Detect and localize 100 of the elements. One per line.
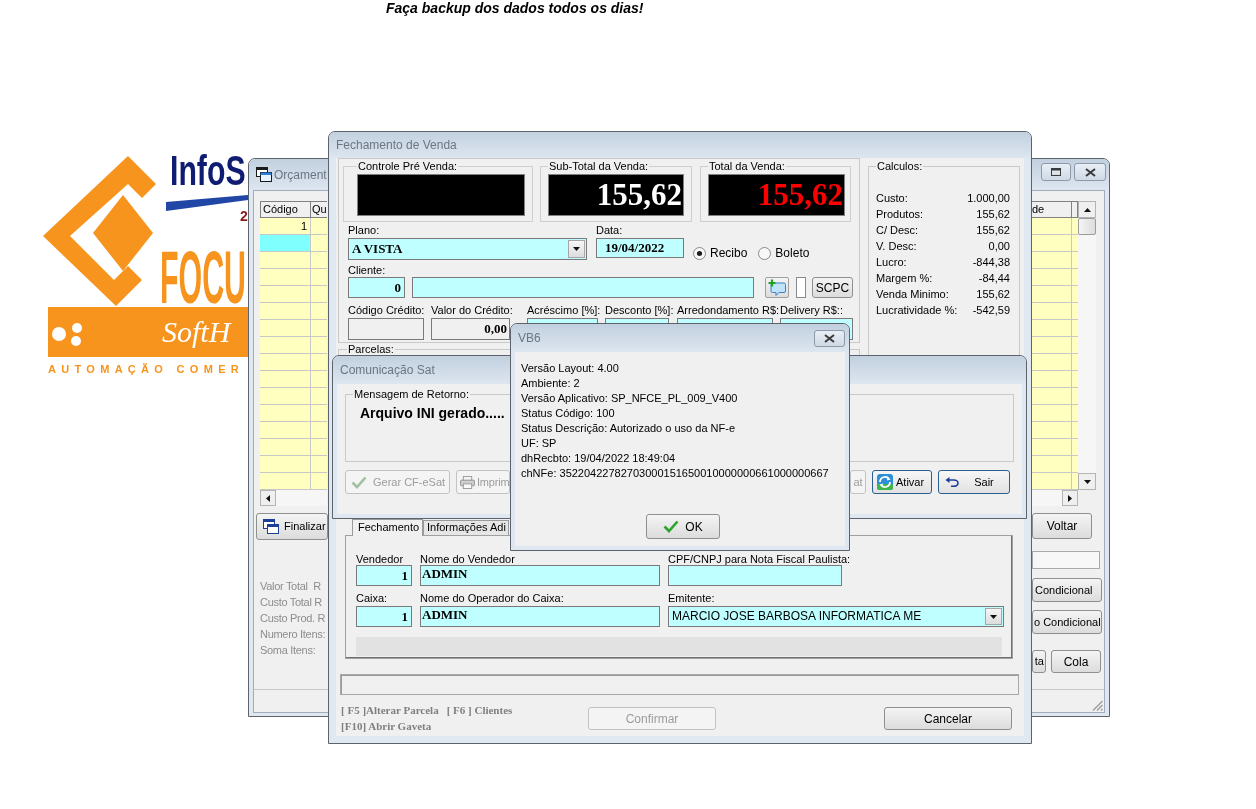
table-cell — [1032, 405, 1072, 422]
column-header — [1072, 201, 1078, 218]
close-button[interactable] — [1074, 163, 1106, 181]
field-label: Caixa: — [356, 592, 388, 606]
conditional-button[interactable]: Condicional — [1032, 578, 1102, 602]
paste-button[interactable]: Cola — [1051, 650, 1101, 673]
field-label: Data: — [596, 223, 623, 238]
notice-text: Faça backup dos dados todos os dias! — [386, 0, 644, 16]
field-value: -844,38 — [972, 255, 1010, 270]
field-label: Cliente: — [348, 264, 386, 277]
radio-button[interactable]: Recibo — [693, 246, 748, 260]
windows-icon — [256, 167, 272, 182]
conditional-button[interactable]: o Condicional — [1032, 610, 1102, 634]
scroll-down-button[interactable] — [1078, 473, 1096, 490]
table-cell — [1032, 320, 1072, 337]
scroll-left-button[interactable] — [260, 490, 276, 506]
action-button[interactable]: ta — [1032, 650, 1046, 673]
window-title: Orçament — [274, 167, 327, 182]
speech-bubble-plus-icon — [768, 279, 786, 296]
table-cell — [1032, 252, 1072, 269]
field-label: Emitente: — [668, 592, 715, 606]
table-cell — [1032, 456, 1072, 473]
restore-button[interactable] — [1041, 163, 1071, 181]
dropdown-button[interactable] — [985, 608, 1002, 625]
field-value: 155,62 — [976, 223, 1010, 238]
code-field[interactable]: 1 — [356, 606, 412, 627]
table-cell — [311, 354, 327, 371]
field-label: V. Desc: — [876, 239, 917, 254]
close-icon — [1084, 167, 1096, 177]
group-label: Controle Pré Venda: — [357, 160, 459, 172]
message-line: dhRecbto: 19/04/2022 18:49:04 — [521, 451, 676, 466]
brand-subtitle: AUTOMAÇÃO COMER — [48, 363, 244, 376]
field-label: Numero Itens: — [260, 627, 326, 642]
scpc-button[interactable]: SCPC — [812, 277, 853, 298]
back-button[interactable]: Voltar — [1032, 513, 1092, 539]
table-cell — [311, 405, 327, 422]
table-cell — [311, 252, 327, 269]
message-line: chNFe: 35220422782703000151650010000000661000000667 — [521, 466, 829, 481]
finalize-button[interactable]: Finalizar — [256, 513, 328, 540]
radio-button[interactable]: Boleto — [758, 246, 810, 260]
table-cell — [1032, 439, 1072, 456]
table-cell — [1032, 371, 1072, 388]
table-cell — [1032, 303, 1072, 320]
table-cell — [311, 320, 327, 337]
input-field[interactable] — [668, 565, 842, 586]
field-label: Valor do Crédito: — [431, 304, 513, 318]
left-arrow-icon — [266, 494, 270, 502]
table-cell — [260, 320, 311, 337]
code-field[interactable]: 0 — [348, 277, 405, 298]
exit-button[interactable]: Sair — [938, 470, 1010, 494]
table-cell — [311, 337, 327, 354]
plan-dropdown[interactable]: A VISTA — [348, 238, 587, 260]
brand-name: FOCU — [160, 241, 246, 315]
date-field[interactable]: 19/04/2022 — [596, 238, 684, 258]
table-cell — [260, 456, 311, 473]
check-icon — [663, 520, 680, 533]
close-button[interactable] — [814, 329, 845, 347]
input-field[interactable] — [1032, 551, 1100, 569]
small-field — [796, 277, 806, 298]
column-header: Código — [260, 201, 311, 218]
field-value: 155,62 — [976, 287, 1010, 302]
add-note-button[interactable] — [765, 277, 789, 298]
dropdown-button[interactable] — [568, 240, 585, 258]
name-field[interactable]: ADMIN — [420, 565, 660, 586]
field-label: Arredondamento R$: — [677, 304, 780, 318]
field-label: Acréscimo [%]: — [527, 304, 601, 318]
message-text: Arquivo INI gerado..... — [360, 405, 505, 421]
issuer-dropdown[interactable]: MARCIO JOSE BARBOSA INFORMATICA ME — [668, 606, 1004, 627]
scroll-up-button[interactable] — [1078, 201, 1096, 218]
resize-grip-icon — [1092, 700, 1103, 711]
up-arrow-icon — [1083, 207, 1091, 212]
tab[interactable]: Informações Adi — [423, 520, 509, 535]
client-name-field[interactable] — [412, 277, 754, 298]
field-label: Plano: — [348, 223, 380, 238]
name-field[interactable]: ADMIN — [420, 606, 660, 627]
shortcut-hint: [ F5 ]Alterar Parcela — [341, 704, 439, 716]
table-cell — [311, 388, 327, 405]
table-cell — [311, 303, 327, 320]
group-label: Parcelas: — [347, 343, 395, 355]
field-label: Vendedor — [356, 553, 404, 565]
scrollbar-thumb[interactable] — [1078, 218, 1096, 235]
message-line: Status Descrição: Autorizado o uso da NF-e — [521, 421, 735, 436]
table-cell: 1 — [260, 218, 311, 235]
group-label: Mensagem de Retorno: — [353, 388, 470, 400]
field-label: Desconto [%]: — [605, 304, 674, 318]
scroll-right-button[interactable] — [1062, 490, 1078, 506]
ok-button[interactable]: OK — [646, 514, 720, 539]
cancel-button[interactable]: Cancelar — [884, 707, 1012, 730]
field-label: Soma Itens: — [260, 643, 316, 658]
activate-button[interactable]: Ativar — [872, 470, 932, 494]
brand-name: InfoS — [170, 150, 246, 192]
table-cell — [1032, 218, 1072, 235]
field-label: Código Crédito: — [348, 304, 425, 318]
field-label: CPF/CNPJ para Nota Fiscal Paulista: — [668, 553, 851, 565]
close-icon — [824, 333, 835, 343]
field-label: Lucratividade %: — [876, 303, 958, 318]
code-field[interactable]: 1 — [356, 565, 412, 586]
tab[interactable]: Fechamento — [352, 519, 423, 536]
brand-mark: 2 — [240, 208, 248, 224]
table-cell — [260, 473, 311, 490]
